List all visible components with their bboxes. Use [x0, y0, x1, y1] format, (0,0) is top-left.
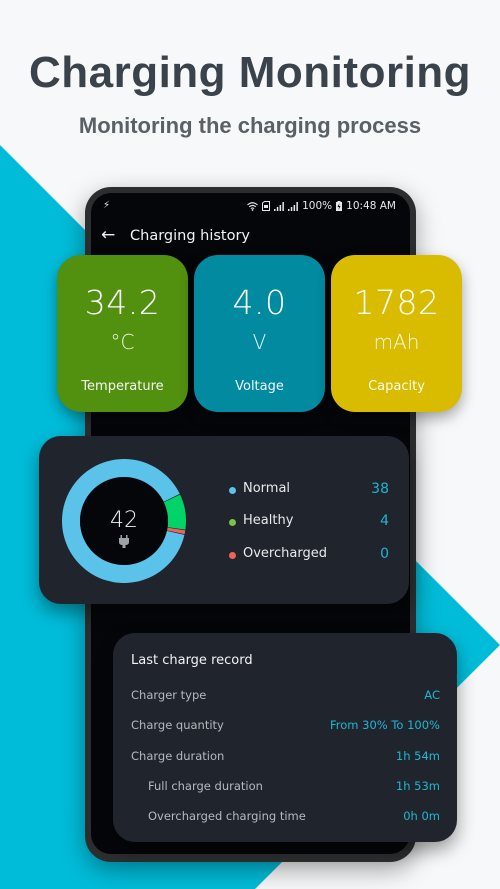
- battery-percent: 100%: [302, 200, 333, 212]
- legend-dot-overcharged: [229, 552, 236, 559]
- voltage-value: 4.0: [232, 283, 287, 322]
- charge-stats-donut-chart: 42: [61, 459, 186, 583]
- legend-dot-normal: [229, 487, 236, 494]
- legend-value: 38: [371, 481, 389, 497]
- last-charge-record-card: Last charge record Charger type AC Charg…: [113, 633, 457, 842]
- sim-icon: [262, 201, 271, 211]
- page-title: Charging history: [130, 228, 251, 244]
- wifi-icon: [247, 201, 258, 211]
- signal-icon: [274, 201, 285, 211]
- temperature-unit: °C: [110, 330, 135, 354]
- temperature-tile[interactable]: 34.2 °C Temperature: [57, 255, 188, 412]
- record-value: 1h 54m: [395, 749, 440, 763]
- back-arrow-icon[interactable]: ←: [101, 225, 115, 245]
- record-row-full-charge-duration: Full charge duration 1h 53m: [131, 779, 440, 797]
- record-value: 1h 53m: [395, 779, 440, 793]
- record-row-charge-duration: Charge duration 1h 54m: [131, 749, 440, 767]
- temperature-label: Temperature: [81, 379, 164, 394]
- record-value: AC: [424, 688, 440, 702]
- charge-stats-card: 42 Normal 38 Healthy 4 Overcharged 0: [39, 436, 409, 604]
- record-row-overcharged-time: Overcharged charging time 0h 0m: [131, 809, 440, 827]
- app-bar: ← Charging history: [91, 223, 410, 253]
- legend-label: Normal: [243, 481, 291, 496]
- temperature-value: 34.2: [84, 283, 161, 322]
- battery-charging-icon: [336, 201, 343, 211]
- status-time: 10:48 AM: [346, 200, 396, 212]
- record-label: Charger type: [131, 688, 207, 702]
- legend-value: 4: [380, 513, 389, 529]
- legend-label: Healthy: [243, 513, 294, 528]
- record-title: Last charge record: [131, 653, 253, 668]
- capacity-unit: mAh: [373, 330, 420, 354]
- voltage-tile[interactable]: 4.0 V Voltage: [194, 255, 325, 412]
- promo-subtitle: Monitoring the charging process: [78, 113, 422, 138]
- capacity-label: Capacity: [368, 379, 425, 394]
- record-row-charger-type: Charger type AC: [131, 688, 440, 706]
- signal-icon: [288, 201, 299, 211]
- legend-value: 0: [380, 546, 389, 562]
- capacity-tile[interactable]: 1782 mAh Capacity: [331, 255, 462, 412]
- record-label: Overcharged charging time: [148, 809, 306, 823]
- legend-item-normal: Normal 38: [229, 481, 389, 501]
- status-bar: ⚡ 100% 10:48 AM: [91, 196, 410, 216]
- record-row-charge-quantity: Charge quantity From 30% To 100%: [131, 718, 440, 736]
- record-label: Charge duration: [131, 749, 225, 763]
- record-value: 0h 0m: [403, 809, 440, 823]
- legend-item-healthy: Healthy 4: [229, 513, 389, 533]
- charging-bolt-icon: ⚡: [103, 200, 111, 211]
- legend-dot-healthy: [229, 519, 236, 526]
- donut-total: 42: [110, 508, 138, 533]
- record-label: Full charge duration: [148, 779, 263, 793]
- voltage-unit: V: [252, 330, 267, 354]
- record-label: Charge quantity: [131, 718, 224, 732]
- legend-item-overcharged: Overcharged 0: [229, 546, 389, 566]
- capacity-value: 1782: [353, 283, 440, 322]
- legend-label: Overcharged: [243, 546, 327, 561]
- record-value: From 30% To 100%: [329, 718, 440, 732]
- voltage-label: Voltage: [235, 379, 284, 394]
- promo-title: Charging Monitoring: [28, 48, 472, 97]
